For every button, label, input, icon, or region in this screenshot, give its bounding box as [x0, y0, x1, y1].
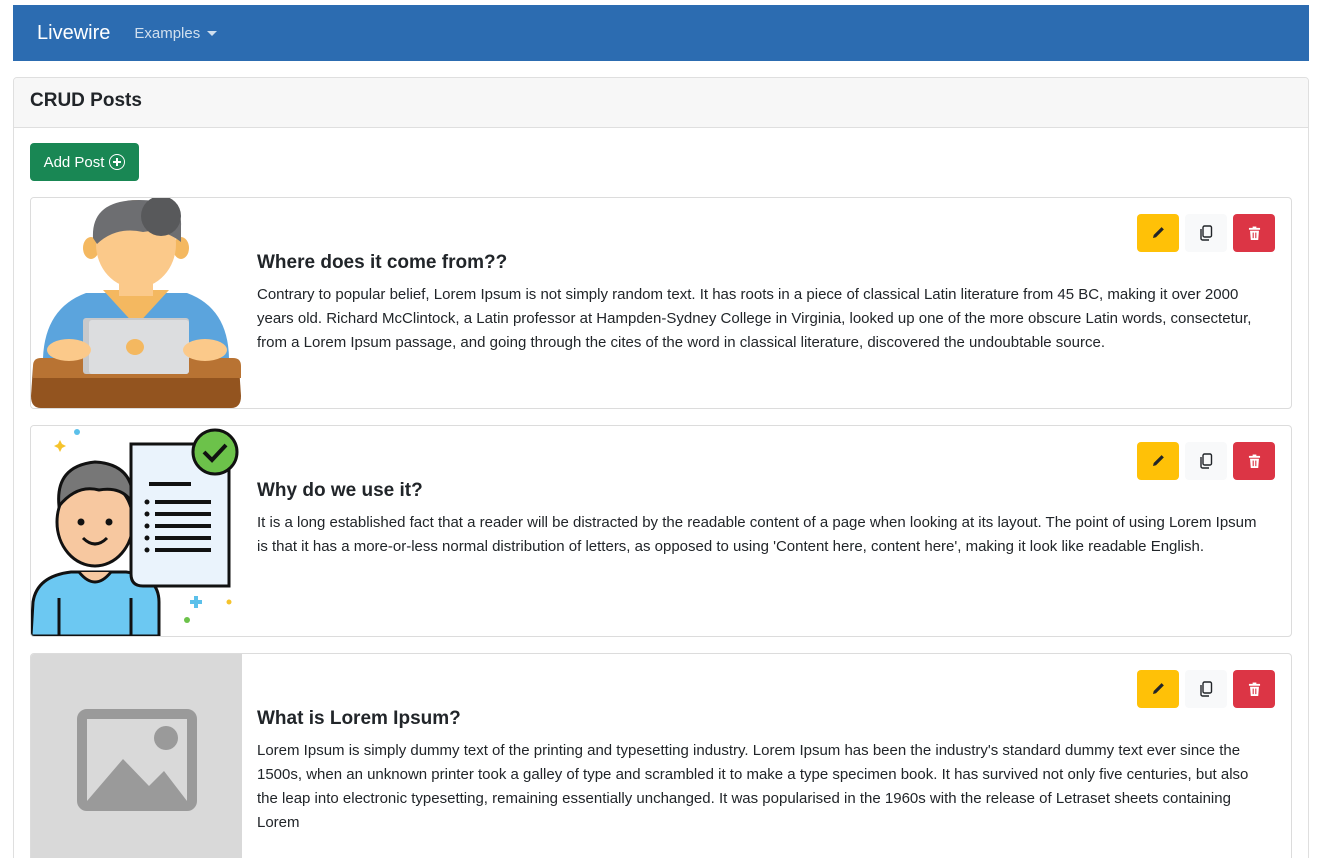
navbar: Livewire Examples [13, 5, 1309, 61]
delete-button[interactable] [1233, 670, 1275, 708]
post-text: It is a long established fact that a rea… [257, 514, 1257, 555]
post-title: Where does it come from?? [257, 252, 508, 273]
post-card: Why do we use it? It is a long establish… [30, 425, 1292, 637]
copy-icon [1200, 453, 1213, 469]
delete-button[interactable] [1233, 442, 1275, 480]
crud-posts-card: CRUD Posts Add Post Where does it come f… [13, 77, 1309, 858]
add-post-button[interactable]: Add Post [30, 143, 139, 181]
post-body: What is Lorem Ipsum? Lorem Ipsum is simp… [257, 708, 1271, 835]
pencil-icon [1153, 227, 1164, 238]
post-card: What is Lorem Ipsum? Lorem Ipsum is simp… [30, 653, 1292, 858]
edit-button[interactable] [1137, 214, 1179, 252]
caret-down-icon [207, 31, 218, 36]
post-actions [1137, 442, 1275, 480]
pencil-icon [1153, 683, 1164, 694]
post-body: Why do we use it? It is a long establish… [257, 480, 1271, 559]
trash-icon [1248, 454, 1260, 468]
copy-icon [1200, 681, 1213, 697]
post-actions [1137, 670, 1275, 708]
post-body: Where does it come from?? Contrary to po… [257, 252, 1271, 355]
add-post-label: Add Post [43, 153, 105, 171]
examples-dropdown[interactable]: Examples [134, 24, 218, 42]
edit-button[interactable] [1137, 670, 1179, 708]
examples-dropdown-label: Examples [134, 24, 201, 42]
plus-circle-icon [109, 154, 126, 170]
post-actions [1137, 214, 1275, 252]
copy-button[interactable] [1185, 670, 1227, 708]
post-title: Why do we use it? [257, 480, 423, 501]
trash-icon [1248, 682, 1260, 696]
card-title: CRUD Posts [14, 78, 1308, 128]
copy-button[interactable] [1185, 442, 1227, 480]
person-laptop-illustration [31, 198, 242, 408]
person-document-checkmark-illustration [31, 426, 242, 636]
post-title: What is Lorem Ipsum? [257, 708, 461, 729]
image-placeholder-icon [31, 654, 242, 858]
copy-button[interactable] [1185, 214, 1227, 252]
delete-button[interactable] [1233, 214, 1275, 252]
copy-icon [1200, 225, 1213, 241]
trash-icon [1248, 226, 1260, 240]
navbar-brand[interactable]: Livewire [37, 22, 110, 45]
edit-button[interactable] [1137, 442, 1179, 480]
post-text: Contrary to popular belief, Lorem Ipsum … [257, 286, 1252, 351]
post-card: Where does it come from?? Contrary to po… [30, 197, 1292, 409]
pencil-icon [1153, 455, 1164, 466]
post-text: Lorem Ipsum is simply dummy text of the … [257, 742, 1249, 831]
